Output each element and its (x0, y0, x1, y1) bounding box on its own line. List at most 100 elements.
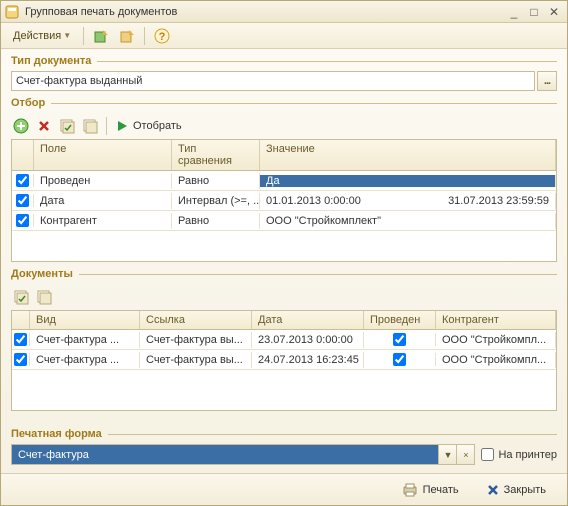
docs-row-posted[interactable] (393, 353, 406, 366)
filter-row-value-to: 31.07.2013 23:59:59 (415, 193, 555, 209)
docs-row-link: Счет-фактура вы... (140, 332, 252, 348)
printer-icon (402, 482, 418, 498)
docs-toolbar (11, 284, 557, 310)
close-icon (487, 484, 499, 496)
uncheck-all-button[interactable] (80, 116, 100, 136)
toolbar-separator (144, 27, 145, 45)
filter-grid: Поле Тип сравнения Значение Проведен Рав… (11, 139, 557, 262)
print-form-legend-text: Печатная форма (11, 428, 102, 440)
filter-row-compare: Равно (172, 213, 260, 229)
filter-row[interactable]: Проведен Равно Да (12, 171, 556, 191)
close-window-button[interactable]: ✕ (545, 5, 563, 19)
filter-row-check[interactable] (16, 194, 29, 207)
filter-section: Отбор Отобрать (11, 97, 557, 262)
docs-row[interactable]: Счет-фактура ... Счет-фактура вы... 24.0… (12, 350, 556, 370)
play-icon (115, 119, 129, 133)
filter-row[interactable]: Дата Интервал (>=, ... 01.01.2013 0:00:0… (12, 191, 556, 211)
run-filter-label: Отобрать (133, 120, 182, 132)
legend-line (108, 434, 557, 435)
filter-row-compare: Равно (172, 173, 260, 189)
docs-row-date: 23.07.2013 0:00:00 (252, 332, 364, 348)
chevron-down-icon: ▼ (63, 31, 71, 40)
to-printer-label: На принтер (498, 449, 557, 461)
toolbar-separator (83, 27, 84, 45)
dropdown-arrow-icon[interactable]: ▼ (438, 445, 456, 464)
docs-row-check[interactable] (14, 333, 27, 346)
close-button[interactable]: Закрыть (476, 480, 557, 500)
print-form-section: Печатная форма Счет-фактура ▼ × На принт… (11, 428, 557, 465)
filter-row-value-from: 01.01.2013 0:00:00 (260, 193, 415, 209)
docs-col-link[interactable]: Ссылка (140, 311, 252, 329)
run-filter-button[interactable]: Отобрать (113, 117, 188, 135)
filter-row[interactable]: Контрагент Равно ООО "Стройкомплект" (12, 211, 556, 231)
svg-text:?: ? (159, 31, 166, 43)
window-title: Групповая печать документов (25, 6, 503, 18)
docs-row-posted[interactable] (393, 333, 406, 346)
docs-row-date: 24.07.2013 16:23:45 (252, 352, 364, 368)
to-printer-option[interactable]: На принтер (481, 448, 557, 461)
app-icon (5, 5, 19, 19)
filter-legend: Отбор (11, 97, 557, 109)
filter-row-check[interactable] (16, 214, 29, 227)
filter-col-check (12, 140, 34, 170)
delete-filter-button[interactable] (34, 116, 54, 136)
docs-row-type: Счет-фактура ... (30, 332, 140, 348)
filter-col-field[interactable]: Поле (34, 140, 172, 170)
docs-col-type[interactable]: Вид (30, 311, 140, 329)
help-button[interactable]: ? (151, 25, 173, 47)
filter-row-check[interactable] (16, 174, 29, 187)
print-button[interactable]: Печать (391, 478, 470, 502)
print-form-value: Счет-фактура (12, 449, 438, 461)
filter-col-compare[interactable]: Тип сравнения (172, 140, 260, 170)
docs-row-partner: ООО "Стройкомпл... (436, 352, 556, 368)
content: Тип документа ... Отбор (1, 49, 567, 473)
print-form-legend: Печатная форма (11, 428, 557, 440)
legend-line (51, 103, 557, 104)
doc-type-legend: Тип документа (11, 55, 557, 67)
docs-uncheck-all-button[interactable] (34, 287, 54, 307)
docs-row-link: Счет-фактура вы... (140, 352, 252, 368)
filter-legend-text: Отбор (11, 97, 45, 109)
doc-type-select-button[interactable]: ... (537, 71, 557, 91)
legend-line (97, 61, 557, 62)
filter-toolbar: Отобрать (11, 113, 557, 139)
dropdown-clear-icon[interactable]: × (456, 445, 474, 464)
docs-grid: Вид Ссылка Дата Проведен Контрагент Счет… (11, 310, 557, 411)
filter-grid-header: Поле Тип сравнения Значение (12, 140, 556, 171)
top-toolbar: Действия ▼ ? (1, 23, 567, 49)
filter-row-compare: Интервал (>=, ... (172, 193, 260, 209)
check-all-button[interactable] (57, 116, 77, 136)
legend-line (79, 274, 557, 275)
docs-col-partner[interactable]: Контрагент (436, 311, 556, 329)
docs-col-date[interactable]: Дата (252, 311, 364, 329)
footer: Печать Закрыть (1, 473, 567, 505)
doc-type-legend-text: Тип документа (11, 55, 91, 67)
doc-type-input[interactable] (11, 71, 535, 91)
minimize-button[interactable]: _ (505, 5, 523, 19)
print-form-dropdown[interactable]: Счет-фактура ▼ × (11, 444, 475, 465)
close-button-label: Закрыть (504, 484, 546, 496)
filter-row-field: Проведен (34, 173, 172, 189)
toolbar-separator (106, 117, 107, 135)
actions-menu[interactable]: Действия ▼ (7, 28, 77, 44)
docs-col-posted[interactable]: Проведен (364, 311, 436, 329)
docs-row-type: Счет-фактура ... (30, 352, 140, 368)
toolbar-icon-2[interactable] (116, 25, 138, 47)
filter-grid-body: Проведен Равно Да Дата Интервал (>=, ...… (12, 171, 556, 261)
add-filter-button[interactable] (11, 116, 31, 136)
docs-section: Документы Вид Ссылка Дата Проведен (11, 268, 557, 418)
main-window: Групповая печать документов _ □ ✕ Действ… (0, 0, 568, 506)
to-printer-check[interactable] (481, 448, 494, 461)
toolbar-icon-1[interactable] (90, 25, 112, 47)
docs-row[interactable]: Счет-фактура ... Счет-фактура вы... 23.0… (12, 330, 556, 350)
filter-col-value[interactable]: Значение (260, 140, 556, 170)
docs-legend-text: Документы (11, 268, 73, 280)
docs-grid-body: Счет-фактура ... Счет-фактура вы... 23.0… (12, 330, 556, 410)
maximize-button[interactable]: □ (525, 5, 543, 19)
docs-row-partner: ООО "Стройкомпл... (436, 332, 556, 348)
filter-row-field: Контрагент (34, 213, 172, 229)
docs-grid-header: Вид Ссылка Дата Проведен Контрагент (12, 311, 556, 330)
docs-row-check[interactable] (14, 353, 27, 366)
docs-check-all-button[interactable] (11, 287, 31, 307)
doc-type-section: Тип документа ... (11, 55, 557, 91)
